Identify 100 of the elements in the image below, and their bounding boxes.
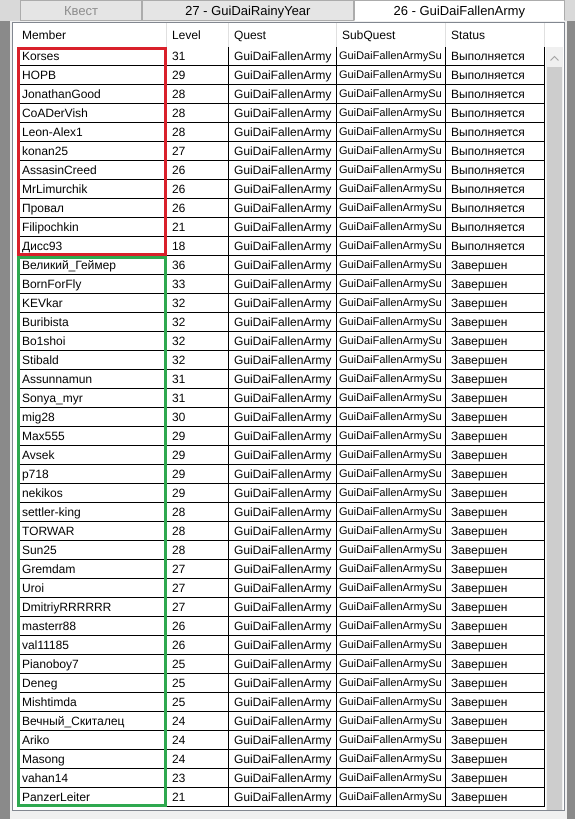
quest-cell: GuiDaiFallenArmy: [229, 123, 337, 141]
quest-cell: GuiDaiFallenArmy: [229, 294, 337, 312]
level-cell: 29: [167, 66, 229, 84]
subquest-cell: GuiDaiFallenArmySu: [337, 750, 446, 768]
column-header[interactable]: Quest: [229, 23, 337, 47]
status-cell: Завершен: [446, 788, 545, 806]
quest-cell: GuiDaiFallenArmy: [229, 332, 337, 350]
subquest-cell: GuiDaiFallenArmySu: [337, 484, 446, 502]
level-cell: 25: [167, 674, 229, 692]
level-cell: 23: [167, 769, 229, 787]
scroll-up-icon[interactable]: [550, 55, 559, 61]
level-cell: 21: [167, 218, 229, 236]
status-cell: Выполняется: [446, 85, 545, 103]
column-header[interactable]: Level: [167, 23, 229, 47]
member-cell: CoADerVish: [17, 104, 167, 122]
member-cell: val11185: [17, 636, 167, 654]
member-cell: HOPB: [17, 66, 167, 84]
subquest-cell: GuiDaiFallenArmySu: [337, 294, 446, 312]
status-cell: Завершен: [446, 408, 545, 426]
subquest-cell: GuiDaiFallenArmySu: [337, 503, 446, 521]
level-cell: 24: [167, 712, 229, 730]
status-cell: Выполняется: [446, 104, 545, 122]
quest-cell: GuiDaiFallenArmy: [229, 693, 337, 711]
level-cell: 29: [167, 446, 229, 464]
level-cell: 25: [167, 693, 229, 711]
subquest-cell: GuiDaiFallenArmySu: [337, 579, 446, 597]
member-cell: BornForFly: [17, 275, 167, 293]
status-cell: Завершен: [446, 655, 545, 673]
quest-cell: GuiDaiFallenArmy: [229, 655, 337, 673]
subquest-cell: GuiDaiFallenArmySu: [337, 731, 446, 749]
subquest-cell: GuiDaiFallenArmySu: [337, 47, 446, 65]
status-cell: Завершен: [446, 465, 545, 483]
column-header[interactable]: Member: [17, 23, 167, 47]
subquest-cell: GuiDaiFallenArmySu: [337, 655, 446, 673]
level-cell: 28: [167, 104, 229, 122]
level-cell: 25: [167, 655, 229, 673]
status-cell: Завершен: [446, 598, 545, 616]
subquest-cell: GuiDaiFallenArmySu: [337, 598, 446, 616]
subquest-cell: GuiDaiFallenArmySu: [337, 693, 446, 711]
status-cell: Завершен: [446, 294, 545, 312]
member-cell: Дисс93: [17, 237, 167, 255]
status-cell: Завершен: [446, 332, 545, 350]
quest-cell: GuiDaiFallenArmy: [229, 104, 337, 122]
subquest-cell: GuiDaiFallenArmySu: [337, 465, 446, 483]
column-header[interactable]: SubQuest: [337, 23, 446, 47]
member-cell: p718: [17, 465, 167, 483]
status-cell: Завершен: [446, 560, 545, 578]
status-cell: Выполняется: [446, 123, 545, 141]
status-cell: Завершен: [446, 256, 545, 274]
quest-cell: GuiDaiFallenArmy: [229, 408, 337, 426]
quest-cell: GuiDaiFallenArmy: [229, 427, 337, 445]
member-cell: nekikos: [17, 484, 167, 502]
quest-cell: GuiDaiFallenArmy: [229, 313, 337, 331]
tab[interactable]: 27 - GuiDaiRainyYear: [142, 0, 354, 21]
member-cell: konan25: [17, 142, 167, 160]
quest-cell: GuiDaiFallenArmy: [229, 370, 337, 388]
member-cell: Stibald: [17, 351, 167, 369]
quest-cell: GuiDaiFallenArmy: [229, 636, 337, 654]
subquest-cell: GuiDaiFallenArmySu: [337, 541, 446, 559]
column-header[interactable]: Status: [446, 23, 545, 47]
subquest-cell: GuiDaiFallenArmySu: [337, 180, 446, 198]
quest-cell: GuiDaiFallenArmy: [229, 446, 337, 464]
subquest-cell: GuiDaiFallenArmySu: [337, 408, 446, 426]
status-cell: Завершен: [446, 636, 545, 654]
subquest-cell: GuiDaiFallenArmySu: [337, 104, 446, 122]
status-cell: Завершен: [446, 712, 545, 730]
member-cell: vahan14: [17, 769, 167, 787]
quest-cell: GuiDaiFallenArmy: [229, 560, 337, 578]
member-cell: TORWAR: [17, 522, 167, 540]
status-cell: Выполняется: [446, 161, 545, 179]
member-cell: Masong: [17, 750, 167, 768]
quest-cell: GuiDaiFallenArmy: [229, 788, 337, 806]
level-cell: 31: [167, 389, 229, 407]
status-cell: Выполняется: [446, 47, 545, 65]
subquest-cell: GuiDaiFallenArmySu: [337, 218, 446, 236]
tab[interactable]: 26 - GuiDaiFallenArmy: [354, 0, 565, 21]
quest-cell: GuiDaiFallenArmy: [229, 66, 337, 84]
quest-cell: GuiDaiFallenArmy: [229, 712, 337, 730]
level-cell: 32: [167, 313, 229, 331]
level-cell: 26: [167, 636, 229, 654]
status-cell: Выполняется: [446, 142, 545, 160]
quest-cell: GuiDaiFallenArmy: [229, 275, 337, 293]
level-cell: 29: [167, 465, 229, 483]
subquest-cell: GuiDaiFallenArmySu: [337, 427, 446, 445]
member-cell: Mishtimda: [17, 693, 167, 711]
quest-cell: GuiDaiFallenArmy: [229, 389, 337, 407]
status-cell: Выполняется: [446, 218, 545, 236]
quest-cell: GuiDaiFallenArmy: [229, 769, 337, 787]
subquest-cell: GuiDaiFallenArmySu: [337, 142, 446, 160]
quest-cell: GuiDaiFallenArmy: [229, 142, 337, 160]
status-cell: Выполняется: [446, 199, 545, 217]
status-cell: Завершен: [446, 541, 545, 559]
status-cell: Завершен: [446, 617, 545, 635]
member-cell: Deneg: [17, 674, 167, 692]
member-cell: Buribista: [17, 313, 167, 331]
member-cell: Filipochkin: [17, 218, 167, 236]
level-cell: 32: [167, 332, 229, 350]
status-cell: Завершен: [446, 731, 545, 749]
level-cell: 26: [167, 199, 229, 217]
level-cell: 27: [167, 579, 229, 597]
